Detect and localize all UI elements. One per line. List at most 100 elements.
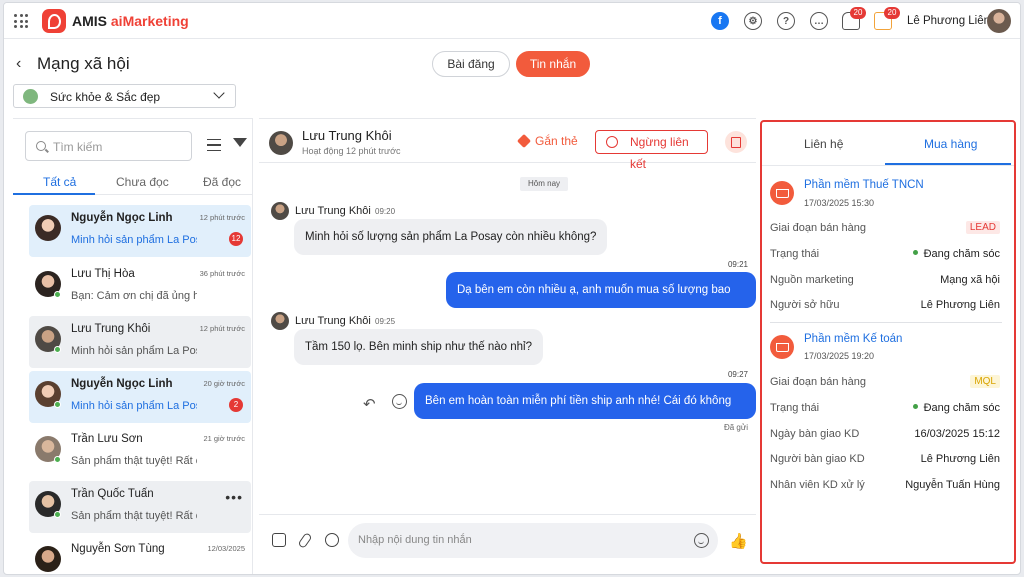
panel-icon[interactable] (725, 131, 747, 153)
tab-messages[interactable]: Tin nhắn (516, 51, 590, 77)
user-name[interactable]: Lê Phương Liên (907, 15, 990, 27)
search-icon (36, 141, 46, 151)
like-icon[interactable]: 👍 (729, 532, 748, 550)
message-time: 09:27 (727, 370, 748, 379)
page-selector[interactable]: Sức khỏe & Sắc đẹp (13, 84, 236, 108)
more-icon[interactable]: … (810, 12, 828, 30)
message-placeholder: Nhập nội dung tin nhắn (358, 534, 472, 546)
online-indicator (54, 401, 61, 408)
list-item[interactable]: Nguyễn Sơn Tùng 12/03/2025 (29, 536, 251, 574)
field-label: Giai đoạn bán hàng (770, 222, 867, 234)
conversation-tabs: Tất cả Chưa đọc Đã đọc (13, 171, 253, 195)
detail-tabs: Liên hệ Mua hàng (762, 122, 1014, 166)
tag-button[interactable]: Gắn thẻ (516, 133, 578, 149)
timestamp: 12/03/2025 (207, 544, 245, 553)
field-value: Nguyễn Tuấn Hùng (905, 479, 1000, 491)
field-value: Lê Phương Liên (920, 453, 1000, 465)
online-indicator (54, 456, 61, 463)
field-label: Ngày bàn giao KD (770, 428, 860, 440)
tab-unread[interactable]: Chưa đọc (116, 175, 169, 189)
field-value: Mạng xã hội (940, 274, 1000, 286)
field-label: Giai đoạn bán hàng (770, 376, 867, 388)
contact-name: Lưu Trung Khôi (71, 323, 151, 335)
attach-icon[interactable] (297, 532, 313, 549)
chat-icon[interactable] (325, 533, 339, 547)
filter-icon[interactable] (233, 138, 247, 147)
unlink-button[interactable]: Ngừng liên kết (595, 130, 708, 171)
contact-name: Nguyễn Sơn Tùng (71, 543, 165, 555)
list-item[interactable]: Nguyễn Ngọc Linh 12 phút trước Minh hỏi … (29, 205, 251, 257)
avatar (35, 215, 61, 241)
timestamp: 12 phút trước (199, 324, 245, 333)
contact-name: Lưu Thị Hòa (71, 268, 135, 280)
tab-read[interactable]: Đã đọc (203, 175, 241, 189)
contact-name: Nguyễn Ngọc Linh (71, 378, 173, 390)
message-time: 09:20 (375, 207, 396, 216)
chat-panel: Lưu Trung Khôi Hoạt động 12 phút trước G… (259, 118, 756, 574)
cart-icon (770, 335, 794, 359)
page-avatar (23, 89, 38, 104)
tab-contact[interactable]: Liên hệ (804, 137, 843, 151)
chat-contact-name: Lưu Trung Khôi (302, 128, 392, 143)
timestamp: 20 giờ trước (203, 379, 245, 388)
unread-badge: 2 (229, 398, 243, 412)
online-indicator (54, 346, 61, 353)
list-item[interactable]: Lưu Thị Hòa 36 phút trước Bạn: Cảm ơn ch… (29, 261, 251, 313)
order-title[interactable]: Phần mềm Kế toán (804, 333, 902, 345)
tab-underline (885, 163, 1011, 165)
field-value: Đang chăm sóc (912, 248, 1000, 260)
outgoing-message: Dạ bên em còn nhiều ạ, anh muốn mua số l… (446, 272, 756, 332)
facebook-icon[interactable]: f (711, 12, 729, 30)
avatar (35, 546, 61, 572)
tab-posts[interactable]: Bài đăng (432, 51, 510, 77)
reply-icon[interactable]: ↶ (363, 395, 376, 413)
order-date: 17/03/2025 19:20 (804, 351, 875, 361)
message-preview: Minh hỏi sản phẩm La Posay (71, 345, 197, 357)
image-icon[interactable] (272, 533, 286, 547)
message-composer: Nhập nội dung tin nhắn 👍 (259, 514, 756, 574)
avatar (269, 131, 293, 155)
brand-name: AMIS aiMarketing (72, 13, 189, 29)
sliders-icon[interactable] (207, 139, 221, 151)
day-separator: Hôm nay (520, 177, 569, 191)
message-time: 09:25 (375, 317, 396, 326)
sender-name: Lưu Trung Khôi (295, 315, 371, 327)
contact-name: Nguyễn Ngọc Linh (71, 212, 173, 224)
message-input[interactable]: Nhập nội dung tin nhắn (348, 523, 718, 558)
incoming-message: Minh hỏi số lượng sản phẩm La Posay còn … (294, 219, 608, 255)
emoji-icon[interactable] (392, 394, 407, 409)
page-title: Mạng xã hội (37, 54, 130, 73)
search-input[interactable]: Tìm kiếm (25, 131, 192, 161)
divider (770, 322, 1002, 323)
field-value: 16/03/2025 15:12 (914, 428, 1000, 440)
field-value: Lê Phương Liên (920, 299, 1000, 311)
avatar (271, 312, 289, 330)
search-placeholder: Tìm kiếm (53, 140, 103, 154)
tab-underline (13, 193, 95, 195)
avatar[interactable] (987, 9, 1011, 33)
order-title[interactable]: Phần mềm Thuế TNCN (804, 179, 924, 191)
gear-icon[interactable]: ⚙ (744, 12, 762, 30)
contact-name: Trần Quốc Tuấn (71, 488, 154, 500)
list-item[interactable]: Nguyễn Ngọc Linh 20 giờ trước Minh hỏi s… (29, 371, 251, 423)
help-icon[interactable]: ? (777, 12, 795, 30)
field-label: Người bàn giao KD (770, 453, 865, 465)
list-item[interactable]: Lưu Trung Khôi 12 phút trước Minh hỏi sả… (29, 316, 251, 368)
online-indicator (54, 291, 61, 298)
message-preview: Sản phẩm thật tuyệt! Rất cảm ơn (71, 510, 197, 522)
tab-all[interactable]: Tất cả (43, 175, 76, 189)
unlink-icon (606, 136, 618, 148)
more-icon[interactable]: ••• (225, 489, 243, 505)
back-icon[interactable]: ‹ (16, 55, 21, 73)
status-badge: LEAD (965, 221, 1000, 234)
emoji-icon[interactable] (694, 533, 709, 548)
timestamp: 36 phút trước (199, 269, 245, 278)
message-preview: Minh hỏi sản phẩm La Posay (71, 400, 197, 412)
tab-purchase[interactable]: Mua hàng (924, 137, 977, 151)
list-item[interactable]: Trần Quốc Tuấn ••• Sản phẩm thật tuyệt! … (29, 481, 251, 533)
message-preview: Minh hỏi sản phẩm La Posay (71, 234, 197, 246)
sender-name: Lưu Trung Khôi (295, 205, 371, 217)
grid-icon[interactable] (14, 14, 28, 28)
list-item[interactable]: Trần Lưu Sơn 21 giờ trước Sản phẩm thật … (29, 426, 251, 478)
field-value: Đang chăm sóc (912, 402, 1000, 414)
